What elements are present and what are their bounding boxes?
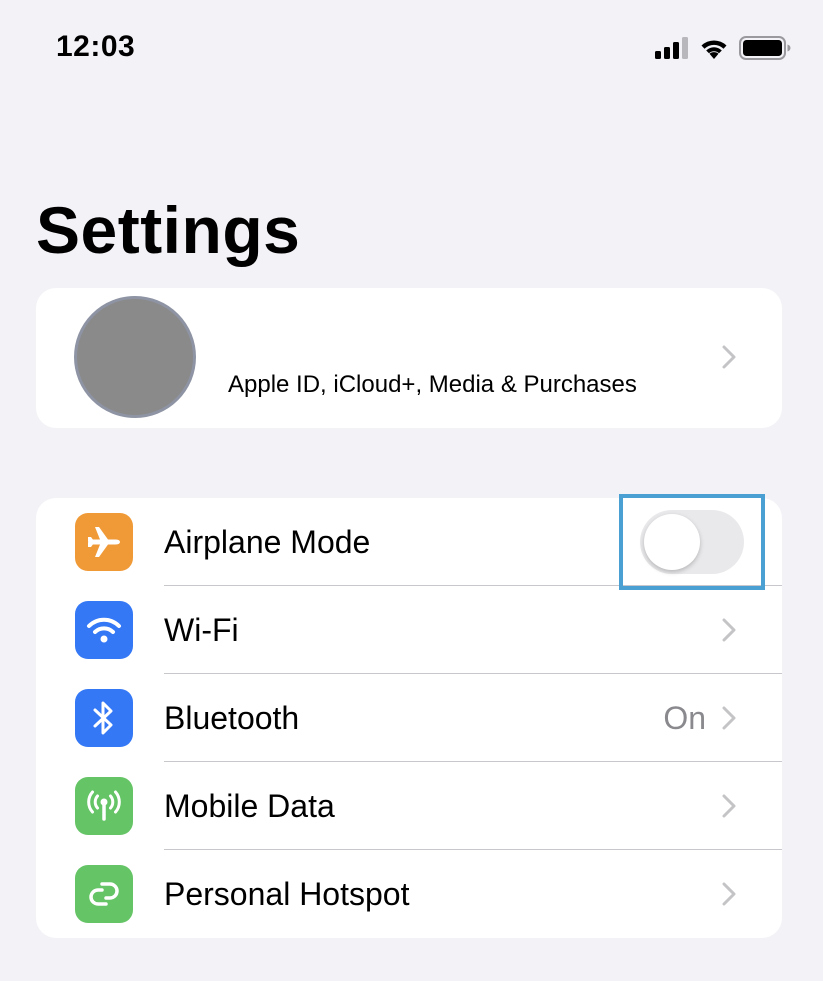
- bluetooth-label: Bluetooth: [164, 700, 300, 736]
- antenna-icon: [75, 777, 133, 835]
- chevron-right-icon: [722, 882, 736, 906]
- connectivity-settings-group: Airplane Mode Wi-Fi Bluetooth On Mobile …: [36, 498, 782, 938]
- profile-subtitle: Apple ID, iCloud+, Media & Purchases: [228, 371, 637, 398]
- airplane-mode-label: Airplane Mode: [164, 524, 371, 560]
- settings-row-personal-hotspot[interactable]: Personal Hotspot: [36, 850, 782, 938]
- bluetooth-status-value: On: [663, 700, 706, 736]
- cellular-signal-icon: [655, 37, 688, 59]
- avatar: [74, 296, 196, 418]
- page-title: Settings: [36, 193, 301, 267]
- chevron-right-icon: [722, 794, 736, 818]
- toggle-knob: [644, 514, 700, 570]
- settings-row-wifi[interactable]: Wi-Fi: [36, 586, 782, 674]
- battery-icon: [739, 36, 791, 60]
- mobile-data-label: Mobile Data: [164, 788, 335, 824]
- airplane-mode-toggle[interactable]: [640, 510, 744, 574]
- wifi-label: Wi-Fi: [164, 612, 239, 648]
- bluetooth-icon: [75, 689, 133, 747]
- chevron-right-icon: [722, 706, 736, 730]
- personal-hotspot-label: Personal Hotspot: [164, 876, 410, 912]
- status-icons: [655, 36, 791, 60]
- wifi-icon: [75, 601, 133, 659]
- status-time: 12:03: [56, 30, 136, 63]
- settings-row-mobile-data[interactable]: Mobile Data: [36, 762, 782, 850]
- apple-id-profile-card[interactable]: Apple ID, iCloud+, Media & Purchases: [36, 288, 782, 428]
- chevron-right-icon: [722, 345, 736, 369]
- status-bar: 12:03: [0, 0, 823, 100]
- settings-row-airplane-mode: Airplane Mode: [36, 498, 782, 586]
- settings-row-bluetooth[interactable]: Bluetooth On: [36, 674, 782, 762]
- wifi-icon: [701, 40, 727, 59]
- chevron-right-icon: [722, 618, 736, 642]
- airplane-icon: [75, 513, 133, 571]
- hotspot-icon: [75, 865, 133, 923]
